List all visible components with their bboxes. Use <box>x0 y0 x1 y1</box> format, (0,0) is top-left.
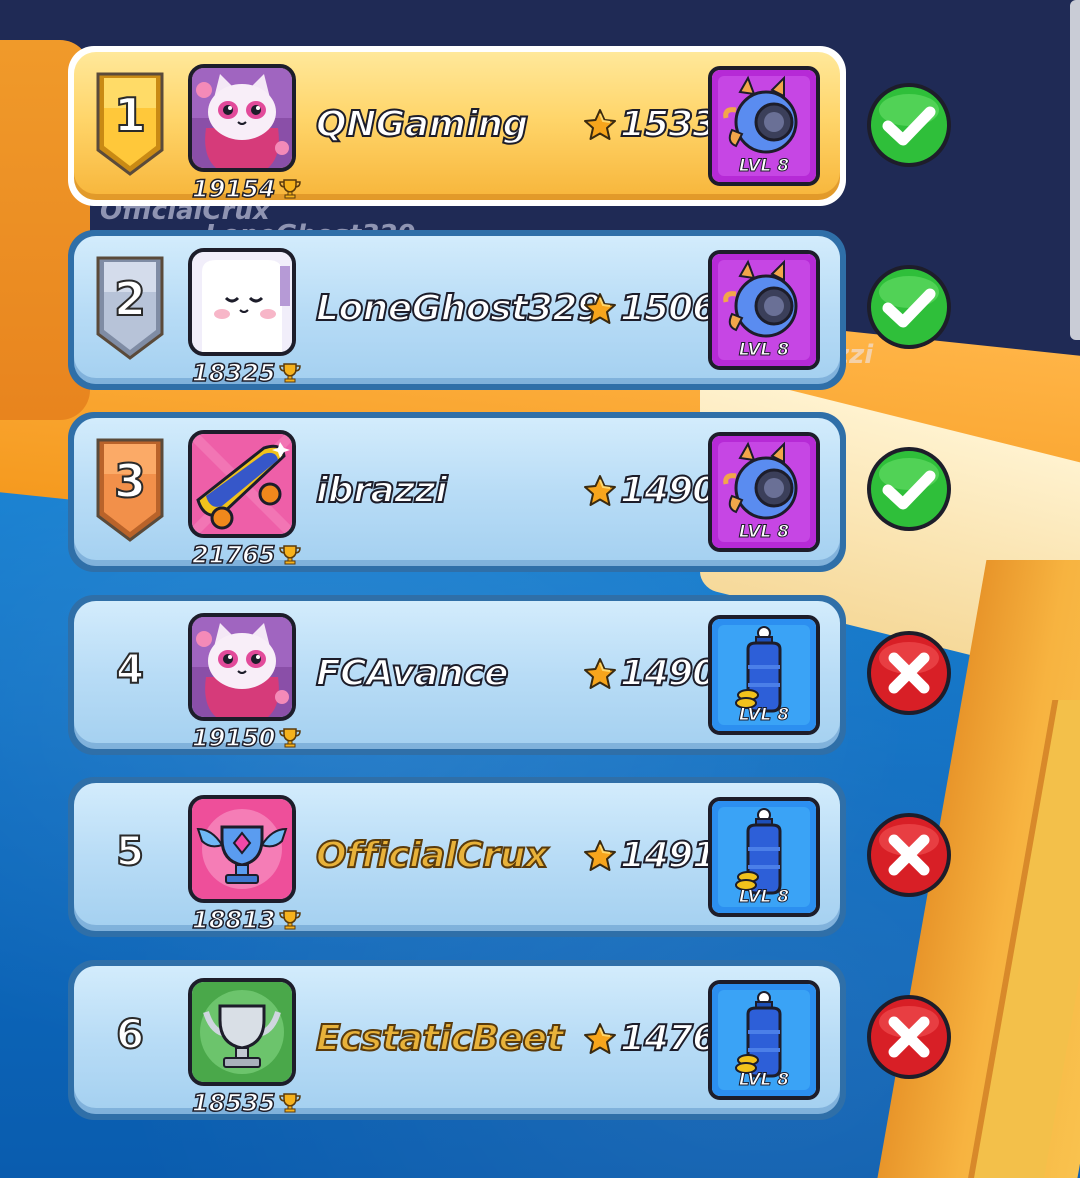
pink-cat-avatar-icon[interactable] <box>188 64 296 172</box>
score: 1533 <box>582 103 718 146</box>
rank-number: 3 <box>113 453 147 509</box>
player-name[interactable]: FCAvance <box>315 652 510 695</box>
leaderboard-row[interactable]: 6 18535 EcstaticBeet 1476 LVL 8 <box>68 960 846 1120</box>
trophy-value: 18325 <box>191 358 276 388</box>
item-card[interactable]: LVL 8 <box>708 980 820 1100</box>
rank-number: 6 <box>115 1011 145 1059</box>
trophy-value: 18813 <box>191 905 276 935</box>
star-icon <box>584 292 616 324</box>
score-value: 1476 <box>619 1017 718 1060</box>
sleepy-ghost-avatar-icon[interactable] <box>188 248 296 356</box>
skateboard-avatar-icon[interactable] <box>188 430 296 538</box>
score: 1491 <box>582 834 718 877</box>
score: 1506 <box>582 287 718 330</box>
pink-cat-avatar-icon[interactable] <box>188 613 296 721</box>
score: 1490 <box>582 652 718 695</box>
check-icon <box>864 80 954 170</box>
item-level: LVL 8 <box>738 1070 790 1091</box>
check-icon <box>864 262 954 352</box>
player-name[interactable]: LoneGhost329 <box>315 287 603 330</box>
cross-icon <box>864 810 954 900</box>
score-value: 1491 <box>619 834 718 877</box>
player-name[interactable]: ibrazzi <box>315 469 448 512</box>
score: 1476 <box>582 1017 718 1060</box>
item-card[interactable]: LVL 8 <box>708 66 820 186</box>
score-value: 1533 <box>619 103 718 146</box>
trophy-value: 21765 <box>191 540 276 570</box>
cross-icon <box>864 628 954 718</box>
rank-number: 4 <box>115 646 145 694</box>
leaderboard-row[interactable]: 3 21765 ibrazzi 1490 LVL 8 <box>68 412 846 572</box>
trophy-count: 21765 <box>191 540 302 570</box>
rank-number: 2 <box>113 271 147 327</box>
trophy-icon <box>278 363 301 383</box>
score-value: 1490 <box>619 652 718 695</box>
player-name[interactable]: EcstaticBeet <box>315 1017 565 1060</box>
trophy-count: 18325 <box>191 358 302 388</box>
trophy-icon <box>278 1093 301 1113</box>
score: 1490 <box>582 469 718 512</box>
trophy-count: 19154 <box>191 174 302 204</box>
star-icon <box>584 474 616 506</box>
trophy-value: 19154 <box>191 174 276 204</box>
leaderboard-row[interactable]: 2 18325 LoneGhost329 1506 LVL 8 <box>68 230 846 390</box>
trophy-icon <box>278 545 301 565</box>
winged-trophy-avatar-icon[interactable] <box>188 795 296 903</box>
star-icon <box>584 657 616 689</box>
trophy-icon <box>278 910 301 930</box>
item-level: LVL 8 <box>738 705 790 726</box>
star-icon <box>584 108 616 140</box>
item-card[interactable]: LVL 8 <box>708 615 820 735</box>
player-name[interactable]: OfficialCrux <box>315 834 549 877</box>
item-level: LVL 8 <box>738 887 790 908</box>
rank-number: 1 <box>113 87 147 143</box>
row-panel: 3 21765 ibrazzi 1490 LVL 8 <box>74 418 840 570</box>
trophy-icon <box>278 728 301 748</box>
row-panel: 4 19150 FCAvance 1490 LVL 8 <box>74 601 840 753</box>
trophy-count: 18813 <box>191 905 302 935</box>
leaderboard-row[interactable]: 4 19150 FCAvance 1490 LVL 8 <box>68 595 846 755</box>
scrollbar[interactable] <box>1070 0 1080 340</box>
score-value: 1490 <box>619 469 718 512</box>
leaderboard-row[interactable]: 1 19154 QNGaming 1533 LVL 8 <box>68 46 846 206</box>
item-level: LVL 8 <box>738 156 790 177</box>
cross-icon <box>864 992 954 1082</box>
player-name[interactable]: QNGaming <box>315 103 529 146</box>
check-icon <box>864 444 954 534</box>
item-card[interactable]: LVL 8 <box>708 432 820 552</box>
item-level: LVL 8 <box>738 522 790 543</box>
star-icon <box>584 1022 616 1054</box>
trophy-value: 18535 <box>191 1088 276 1118</box>
star-icon <box>584 839 616 871</box>
row-panel: 6 18535 EcstaticBeet 1476 LVL 8 <box>74 966 840 1118</box>
row-panel: 5 18813 OfficialCrux 1491 LVL 8 <box>74 783 840 935</box>
trophy-icon <box>278 179 301 199</box>
item-card[interactable]: LVL 8 <box>708 797 820 917</box>
row-panel: 2 18325 LoneGhost329 1506 LVL 8 <box>74 236 840 388</box>
item-level: LVL 8 <box>738 340 790 361</box>
leaderboard-row[interactable]: 5 18813 OfficialCrux 1491 LVL 8 <box>68 777 846 937</box>
score-value: 1506 <box>619 287 718 330</box>
trophy-value: 19150 <box>191 723 276 753</box>
trophy-count: 18535 <box>191 1088 302 1118</box>
trophy-count: 19150 <box>191 723 302 753</box>
row-panel: 1 19154 QNGaming 1533 LVL 8 <box>74 52 840 204</box>
rank-number: 5 <box>115 828 145 876</box>
item-card[interactable]: LVL 8 <box>708 250 820 370</box>
silver-trophy-avatar-icon[interactable] <box>188 978 296 1086</box>
